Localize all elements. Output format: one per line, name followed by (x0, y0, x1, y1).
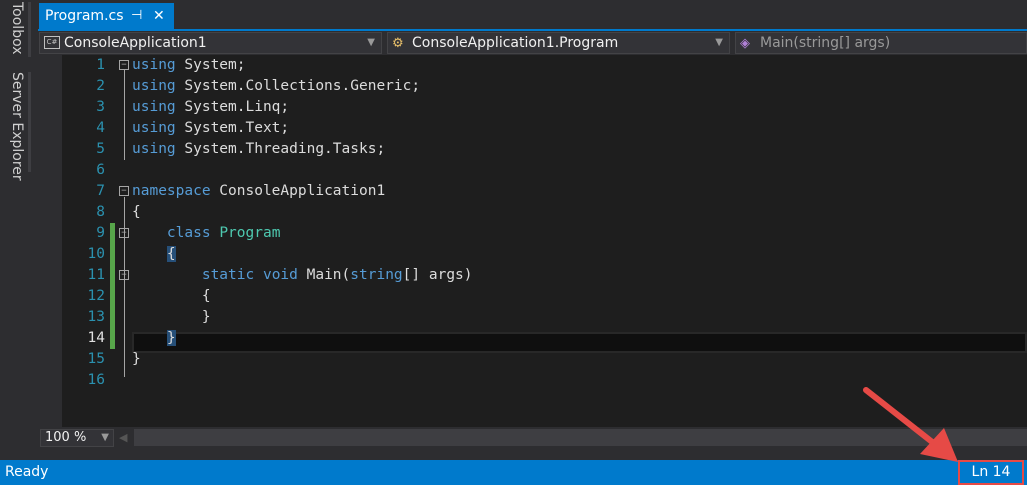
line-number: 8 (96, 204, 105, 220)
close-icon[interactable]: ✕ (153, 3, 165, 29)
code-line: 9 − class Program (62, 223, 1027, 244)
editor-margin (38, 55, 62, 427)
code-line: 2 using System.Collections.Generic; (62, 76, 1027, 97)
chevron-down-icon: ▼ (715, 37, 723, 48)
tab-program-cs[interactable]: Program.cs ⊣ ✕ (39, 3, 174, 29)
collapse-icon[interactable]: − (119, 228, 129, 238)
member-dropdown-value: Main(string[] args) (760, 35, 891, 51)
status-text: Ready (5, 464, 49, 480)
scroll-left-icon[interactable]: ◀ (119, 431, 127, 444)
chevron-down-icon: ▼ (367, 37, 375, 48)
code-text: using System; (132, 57, 246, 73)
editor-bottom-bar: 100 % ▼ ◀ (38, 427, 1027, 448)
line-number: 16 (87, 372, 105, 388)
line-indicator[interactable]: Ln 14 (958, 460, 1024, 485)
code-line: 7 − namespace ConsoleApplication1 (62, 181, 1027, 202)
class-dropdown[interactable]: ⚙ ConsoleApplication1.Program ▼ (387, 32, 730, 54)
class-dropdown-value: ConsoleApplication1.Program (412, 35, 619, 51)
code-line: 14 } (62, 328, 1027, 349)
navigation-bar: C# ConsoleApplication1 ▼ ⚙ ConsoleApplic… (38, 31, 1027, 55)
line-number: 12 (87, 288, 105, 304)
project-dropdown-value: ConsoleApplication1 (64, 35, 207, 51)
code-line: 11 − static void Main(string[] args) (62, 265, 1027, 286)
change-marker (110, 307, 115, 328)
zoom-value: 100 % (45, 430, 87, 445)
change-marker (110, 328, 115, 349)
code-text: { (132, 204, 141, 220)
horizontal-scrollbar[interactable] (134, 429, 1027, 446)
line-number: 2 (96, 78, 105, 94)
collapse-icon[interactable]: − (119, 60, 129, 70)
line-number: 15 (87, 351, 105, 367)
class-icon: ⚙ (392, 36, 404, 51)
code-line: 4 using System.Text; (62, 118, 1027, 139)
code-line: 10 { (62, 244, 1027, 265)
code-line: 15 } (62, 349, 1027, 370)
server-explorer-tab[interactable]: Server Explorer (9, 72, 25, 181)
code-text: { (166, 246, 176, 262)
line-number: 1 (96, 57, 105, 73)
line-number: 11 (87, 267, 105, 283)
project-dropdown[interactable]: C# ConsoleApplication1 ▼ (39, 32, 382, 54)
toolbox-tab[interactable]: Toolbox (9, 2, 25, 55)
change-marker (110, 223, 115, 244)
server-explorer-tab-indicator (28, 72, 31, 172)
line-number: 4 (96, 120, 105, 136)
code-line: 3 using System.Linq; (62, 97, 1027, 118)
chevron-down-icon: ▼ (101, 432, 109, 443)
code-text: using System.Threading.Tasks; (132, 141, 386, 157)
line-number: 13 (87, 309, 105, 325)
code-text: using System.Collections.Generic; (132, 78, 421, 94)
code-line: 16 (62, 370, 1027, 391)
change-marker (110, 286, 115, 307)
document-tab-bar: Program.cs ⊣ ✕ (38, 0, 1027, 31)
code-text: { (132, 288, 211, 304)
code-line: 1 − using System; (62, 55, 1027, 76)
code-line: 5 using System.Threading.Tasks; (62, 139, 1027, 160)
tool-strip: Toolbox Server Explorer (0, 0, 38, 460)
code-text: using System.Linq; (132, 99, 290, 115)
collapse-icon[interactable]: − (119, 270, 129, 280)
line-number: 14 (87, 330, 105, 346)
code-line: 8 { (62, 202, 1027, 223)
line-number: 7 (96, 183, 105, 199)
code-text: static void Main(string[] args) (201, 267, 473, 283)
code-text: using System.Text; (132, 120, 290, 136)
code-text: } (132, 309, 211, 325)
code-line: 12 { (62, 286, 1027, 307)
line-number: 6 (96, 162, 105, 178)
pin-icon[interactable]: ⊣ (131, 3, 142, 29)
toolbox-tab-indicator (28, 2, 31, 57)
collapse-icon[interactable]: − (119, 186, 129, 196)
code-text: } (132, 351, 141, 367)
member-dropdown[interactable]: ◈ Main(string[] args) (735, 32, 1027, 54)
line-number: 5 (96, 141, 105, 157)
code-line: 6 (62, 160, 1027, 181)
line-number: 10 (87, 246, 105, 262)
code-line: 13 } (62, 307, 1027, 328)
code-text: class Program (166, 225, 281, 241)
code-editor[interactable]: 1 − using System; 2 using System.Collect… (62, 55, 1027, 427)
tab-label: Program.cs (45, 8, 124, 24)
status-bar: Ready Ln 14 (0, 460, 1027, 485)
change-marker (110, 265, 115, 286)
line-number: 3 (96, 99, 105, 115)
code-text: namespace ConsoleApplication1 (132, 183, 386, 199)
change-marker (110, 244, 115, 265)
zoom-dropdown[interactable]: 100 % ▼ (40, 429, 114, 447)
csharp-project-icon: C# (44, 36, 60, 49)
line-number: 9 (96, 225, 105, 241)
method-icon: ◈ (740, 36, 750, 51)
code-text: } (166, 330, 176, 346)
